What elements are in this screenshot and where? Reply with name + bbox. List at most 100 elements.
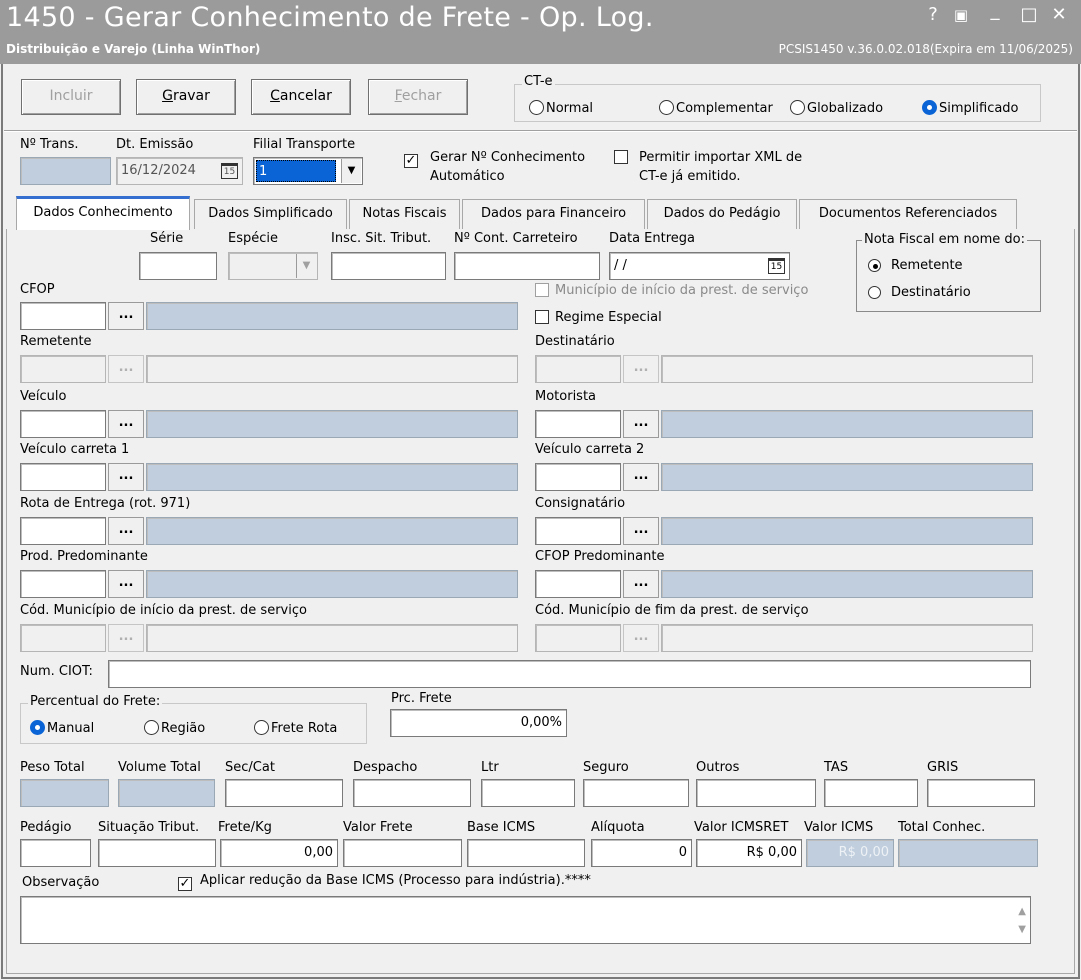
municipio-inicio-checkbox[interactable]: Município de início da prest. de serviço <box>535 283 808 298</box>
cfop-code-field[interactable] <box>20 302 106 330</box>
help-button[interactable]: ? <box>922 4 944 26</box>
cod-mun-inicio-lookup-button[interactable]: ... <box>108 624 144 652</box>
scrollbar[interactable]: ▲ ▼ <box>1018 903 1026 939</box>
remetente-code-field[interactable] <box>20 355 106 383</box>
destinatario-code-field[interactable] <box>535 355 621 383</box>
calendar-icon[interactable]: 15 <box>221 163 238 179</box>
gerar-checkbox[interactable]: ✓ <box>404 150 418 168</box>
base-icms-field[interactable] <box>467 839 585 867</box>
permitir-checkbox[interactable] <box>614 150 628 165</box>
rota-entrega-lookup-button[interactable]: ... <box>108 517 144 545</box>
aliquota-field[interactable]: 0 <box>591 839 692 867</box>
cod-mun-fim-code-field[interactable] <box>535 624 621 652</box>
nf-option-destinatario[interactable]: Destinatário <box>868 285 971 300</box>
filial-select[interactable]: 1 ▼ <box>253 157 363 185</box>
radio-icon <box>868 286 881 299</box>
permitir-label: Permitir importar XML de CT-e já emitido. <box>639 150 803 184</box>
motorista-code-field[interactable] <box>535 410 621 438</box>
percentual-option-manual[interactable]: Manual <box>30 720 94 736</box>
valor-icmsret-label: Valor ICMSRET <box>694 820 789 835</box>
observacao-textarea[interactable]: ▲ ▼ <box>20 896 1031 944</box>
cancelar-button[interactable]: Cancelar <box>251 79 351 115</box>
tab-documentos-referenciados[interactable]: Documentos Referenciados <box>799 199 1017 229</box>
maximize-button[interactable]: □ <box>1018 4 1040 26</box>
cod-mun-fim-label: Cód. Município de fim da prest. de servi… <box>535 603 809 618</box>
tab-dados-financeiro[interactable]: Dados para Financeiro <box>462 199 645 229</box>
tab-dados-simplificado[interactable]: Dados Simplificado <box>194 199 347 229</box>
nf-option-remetente[interactable]: Remetente <box>868 258 963 273</box>
veiculo-carreta-2-code-field[interactable] <box>535 463 621 491</box>
cte-option-normal[interactable]: Normal <box>529 100 593 116</box>
prc-frete-field[interactable]: 0,00% <box>390 709 567 737</box>
destinatario-lookup-button[interactable]: ... <box>623 355 659 383</box>
cfop-predominante-lookup-button[interactable]: ... <box>623 570 659 598</box>
veiculo-carreta-1-code-field[interactable] <box>20 463 106 491</box>
percentual-option-frete-rota[interactable]: Frete Rota <box>254 720 337 736</box>
consignatario-code-field[interactable] <box>535 517 621 545</box>
ltr-field[interactable] <box>481 779 575 807</box>
ntrans-field[interactable] <box>20 157 111 185</box>
rota-entrega-code-field[interactable] <box>20 517 106 545</box>
cte-option-complementar[interactable]: Complementar <box>659 100 773 116</box>
valor-frete-field[interactable] <box>343 839 462 867</box>
cte-option-globalizado[interactable]: Globalizado <box>790 100 883 116</box>
prod-predominante-lookup-button[interactable]: ... <box>108 570 144 598</box>
cfop-predominante-code-field[interactable] <box>535 570 621 598</box>
restore-icon[interactable]: ▣ <box>950 4 972 26</box>
sec-cat-label: Sec/Cat <box>225 760 275 775</box>
veiculo-carreta-1-lookup-button[interactable]: ... <box>108 463 144 491</box>
aplicar-reducao-checkbox[interactable]: ✓ Aplicar redução da Base ICMS (Processo … <box>178 873 591 891</box>
motorista-description-field <box>661 410 1033 438</box>
num-ciot-field[interactable] <box>108 660 1031 688</box>
pedagio-field[interactable] <box>20 839 91 867</box>
data-entrega-field[interactable]: / /15 <box>609 252 790 280</box>
veiculo-lookup-button[interactable]: ... <box>108 410 144 438</box>
consignatario-description-field <box>661 517 1033 545</box>
sec-cat-field[interactable] <box>225 779 343 807</box>
serie-field[interactable] <box>139 252 217 280</box>
filial-selected-value: 1 <box>256 160 336 182</box>
veiculo-code-field[interactable] <box>20 410 106 438</box>
seguro-field[interactable] <box>583 779 689 807</box>
frete-kg-field[interactable]: 0,00 <box>220 839 338 867</box>
tas-field[interactable] <box>824 779 918 807</box>
veiculo-carreta-2-lookup-button[interactable]: ... <box>623 463 659 491</box>
cte-option-simplificado[interactable]: Simplificado <box>922 100 1019 116</box>
prod-predominante-code-field[interactable] <box>20 570 106 598</box>
especie-select[interactable]: ▼ <box>228 252 318 280</box>
tab-dados-conhecimento[interactable]: Dados Conhecimento <box>16 196 190 230</box>
radio-selected-icon <box>30 720 45 735</box>
tab-dados-pedagio[interactable]: Dados do Pedágio <box>647 199 797 229</box>
fechar-button[interactable]: Fechar <box>368 79 468 115</box>
gris-field[interactable] <box>927 779 1035 807</box>
ncont-field[interactable] <box>454 252 600 280</box>
regime-especial-checkbox[interactable]: Regime Especial <box>535 310 662 325</box>
close-button[interactable]: ✕ <box>1048 4 1070 26</box>
despacho-field[interactable] <box>353 779 471 807</box>
cod-mun-inicio-code-field[interactable] <box>20 624 106 652</box>
insc-field[interactable] <box>331 252 446 280</box>
scroll-down-icon[interactable]: ▼ <box>1018 921 1026 939</box>
tab-notas-fiscais[interactable]: Notas Fiscais <box>349 199 460 229</box>
incluir-button[interactable]: Incluir <box>21 79 121 115</box>
outros-field[interactable] <box>696 779 816 807</box>
dropdown-arrow-icon[interactable]: ▼ <box>341 159 361 183</box>
cfop-lookup-button[interactable]: ... <box>108 302 144 330</box>
checkbox-checked-icon: ✓ <box>178 876 192 891</box>
motorista-lookup-button[interactable]: ... <box>623 410 659 438</box>
calendar-icon[interactable]: 15 <box>768 258 785 274</box>
despacho-label: Despacho <box>353 760 418 775</box>
valor-icmsret-field[interactable]: R$ 0,00 <box>696 839 802 867</box>
minimize-button[interactable]: _ <box>984 0 1006 22</box>
cod-mun-fim-lookup-button[interactable]: ... <box>623 624 659 652</box>
dtemissao-field[interactable]: 16/12/2024 15 <box>116 157 243 185</box>
scroll-up-icon[interactable]: ▲ <box>1018 903 1026 921</box>
toolbar-divider <box>4 130 1077 132</box>
dropdown-arrow-icon[interactable]: ▼ <box>296 254 316 278</box>
situacao-tribut-field[interactable] <box>98 839 216 867</box>
remetente-lookup-button[interactable]: ... <box>108 355 144 383</box>
percentual-option-regiao[interactable]: Região <box>144 720 205 736</box>
consignatario-lookup-button[interactable]: ... <box>623 517 659 545</box>
gravar-button[interactable]: Gravar <box>136 79 236 115</box>
radio-icon <box>659 100 674 115</box>
